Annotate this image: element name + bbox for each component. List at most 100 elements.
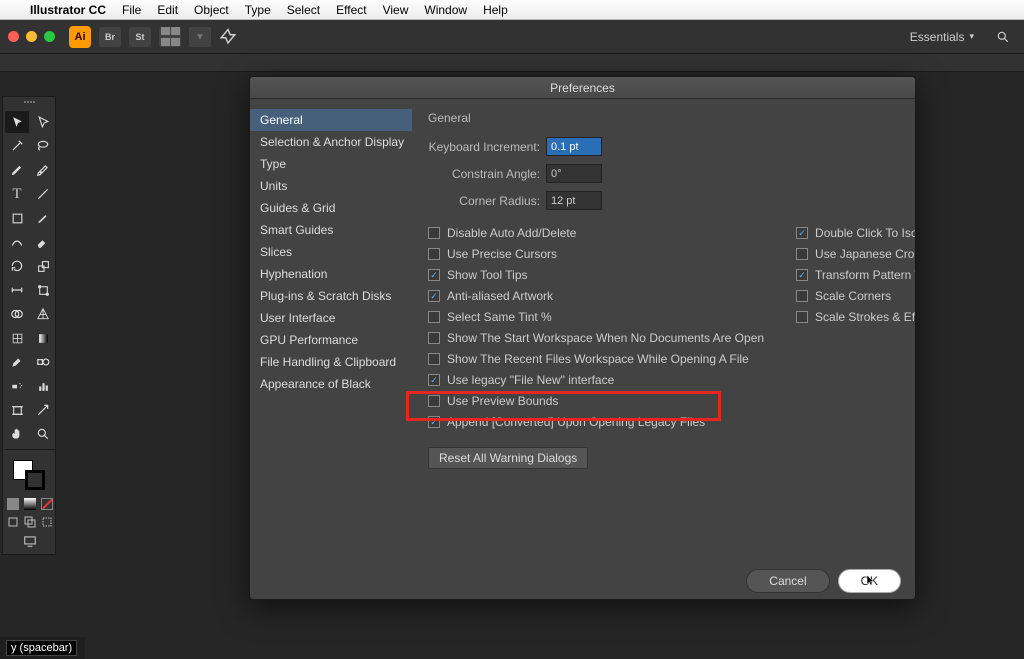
pref-check-left-5[interactable]: Show The Start Workspace When No Documen… — [428, 331, 764, 345]
menu-type[interactable]: Type — [237, 3, 279, 17]
stock-button[interactable]: St — [129, 27, 151, 47]
draw-behind-icon[interactable] — [24, 516, 36, 528]
corner-radius-input[interactable] — [546, 191, 602, 210]
tool-shape-builder[interactable] — [5, 303, 29, 325]
pref-check-right-1[interactable]: Use Japanese Crop Marks — [796, 247, 916, 261]
tool-free-transform[interactable] — [31, 279, 55, 301]
tool-blend[interactable] — [31, 351, 55, 373]
menu-help[interactable]: Help — [475, 3, 516, 17]
tool-eyedropper[interactable] — [5, 351, 29, 373]
pref-check-left-9[interactable]: Append [Converted] Upon Opening Legacy F… — [428, 415, 764, 429]
tool-column-graph[interactable] — [31, 375, 55, 397]
screen-mode-icon[interactable] — [23, 534, 37, 548]
cancel-button[interactable]: Cancel — [746, 569, 829, 593]
menu-file[interactable]: File — [114, 3, 149, 17]
menu-window[interactable]: Window — [416, 3, 475, 17]
constrain-angle-label: Constrain Angle: — [428, 167, 546, 181]
search-icon[interactable] — [990, 30, 1016, 44]
prefcat-general[interactable]: General — [250, 109, 412, 131]
color-mode-icon[interactable] — [7, 498, 19, 510]
prefcat-gpu[interactable]: GPU Performance — [250, 329, 412, 351]
tool-gradient[interactable] — [31, 327, 55, 349]
tool-rectangle[interactable] — [5, 207, 29, 229]
tool-scale[interactable] — [31, 255, 55, 277]
window-zoom-icon[interactable] — [44, 31, 55, 42]
menubar-app-name[interactable]: Illustrator CC — [22, 3, 114, 17]
tool-line[interactable] — [31, 183, 55, 205]
prefcat-units[interactable]: Units — [250, 175, 412, 197]
tool-selection[interactable] — [5, 111, 29, 133]
pref-check-left-0[interactable]: Disable Auto Add/Delete — [428, 226, 764, 240]
prefcat-guides[interactable]: Guides & Grid — [250, 197, 412, 219]
mac-menubar: Illustrator CC File Edit Object Type Sel… — [0, 0, 1024, 20]
pref-check-right-4[interactable]: Scale Strokes & Effects — [796, 310, 916, 324]
pref-check-right-3[interactable]: Scale Corners — [796, 289, 916, 303]
menu-object[interactable]: Object — [186, 3, 237, 17]
prefcat-file-handling[interactable]: File Handling & Clipboard — [250, 351, 412, 373]
draw-inside-icon[interactable] — [41, 516, 53, 528]
pref-check-right-2[interactable]: Transform Pattern Tiles — [796, 268, 916, 282]
tool-paintbrush[interactable] — [31, 207, 55, 229]
gradient-mode-icon[interactable] — [24, 498, 36, 510]
pref-check-left-7[interactable]: Use legacy "File New" interface — [428, 373, 764, 387]
checkbox-icon — [796, 248, 808, 260]
pref-check-left-1[interactable]: Use Precise Cursors — [428, 247, 764, 261]
tool-rotate[interactable] — [5, 255, 29, 277]
pref-check-left-3[interactable]: Anti-aliased Artwork — [428, 289, 764, 303]
tool-hand[interactable] — [5, 423, 29, 445]
prefcat-black[interactable]: Appearance of Black — [250, 373, 412, 395]
checkbox-icon — [796, 269, 808, 281]
tools-panel[interactable]: T — [2, 96, 56, 555]
keyboard-increment-input[interactable] — [546, 137, 602, 156]
prefcat-hyphenation[interactable]: Hyphenation — [250, 263, 412, 285]
arrange-documents-button[interactable] — [159, 27, 181, 47]
tool-slice[interactable] — [31, 399, 55, 421]
workspace-selector[interactable]: Essentials ▾ — [902, 27, 982, 47]
pref-check-right-0[interactable]: Double Click To Isolate — [796, 226, 916, 240]
menu-select[interactable]: Select — [279, 3, 328, 17]
window-minimize-icon[interactable] — [26, 31, 37, 42]
arrange-dropdown-icon[interactable]: ▾ — [189, 27, 211, 47]
reset-warnings-button[interactable]: Reset All Warning Dialogs — [428, 447, 588, 469]
prefcat-type[interactable]: Type — [250, 153, 412, 175]
prefcat-selection[interactable]: Selection & Anchor Display — [250, 131, 412, 153]
pref-check-left-4[interactable]: Select Same Tint % — [428, 310, 764, 324]
tool-pen[interactable] — [5, 159, 29, 181]
stroke-swatch[interactable] — [25, 470, 45, 490]
tool-symbol-sprayer[interactable] — [5, 375, 29, 397]
tool-perspective[interactable] — [31, 303, 55, 325]
tool-magic-wand[interactable] — [5, 135, 29, 157]
constrain-angle-input[interactable] — [546, 164, 602, 183]
draw-normal-icon[interactable] — [7, 516, 19, 528]
checkbox-label: Append [Converted] Upon Opening Legacy F… — [447, 415, 705, 429]
tool-eraser[interactable] — [31, 231, 55, 253]
checkbox-icon — [796, 227, 808, 239]
panel-drag-handle[interactable] — [5, 101, 53, 107]
tool-zoom[interactable] — [31, 423, 55, 445]
bridge-button[interactable]: Br — [99, 27, 121, 47]
prefcat-smart-guides[interactable]: Smart Guides — [250, 219, 412, 241]
tool-width[interactable] — [5, 279, 29, 301]
pref-check-left-2[interactable]: Show Tool Tips — [428, 268, 764, 282]
sync-icon[interactable] — [219, 28, 237, 46]
prefcat-plugins[interactable]: Plug-ins & Scratch Disks — [250, 285, 412, 307]
tool-direct-selection[interactable] — [31, 111, 55, 133]
tool-mesh[interactable] — [5, 327, 29, 349]
prefcat-slices[interactable]: Slices — [250, 241, 412, 263]
tool-artboard[interactable] — [5, 399, 29, 421]
pref-check-left-6[interactable]: Show The Recent Files Workspace While Op… — [428, 352, 764, 366]
pref-check-left-8[interactable]: Use Preview Bounds — [428, 394, 764, 408]
tool-curvature[interactable] — [31, 159, 55, 181]
menu-edit[interactable]: Edit — [149, 3, 186, 17]
tool-shaper[interactable] — [5, 231, 29, 253]
tool-type[interactable]: T — [5, 183, 29, 205]
menu-effect[interactable]: Effect — [328, 3, 374, 17]
window-close-icon[interactable] — [8, 31, 19, 42]
ok-button[interactable]: OK — [838, 569, 901, 593]
tool-lasso[interactable] — [31, 135, 55, 157]
menu-view[interactable]: View — [375, 3, 417, 17]
checkbox-label: Double Click To Isolate — [815, 226, 916, 240]
none-mode-icon[interactable] — [41, 498, 53, 510]
prefcat-ui[interactable]: User Interface — [250, 307, 412, 329]
fill-stroke-swatches[interactable] — [5, 458, 55, 494]
